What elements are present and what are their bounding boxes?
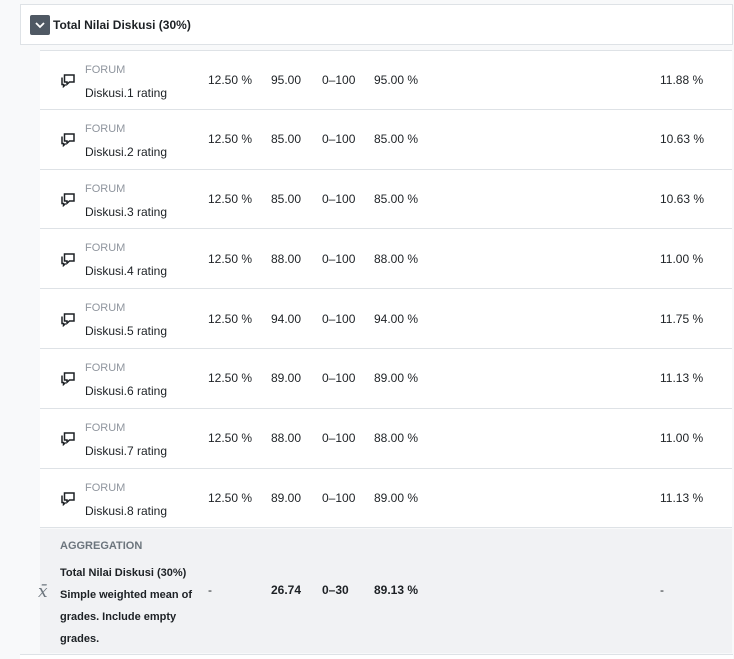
percentage-cell: 85.00 % <box>374 191 419 206</box>
item-name-link[interactable]: Diskusi.6 rating <box>85 384 167 398</box>
range-cell: 0–30 <box>322 583 349 597</box>
percentage-cell: 88.00 % <box>374 431 419 446</box>
forum-icon <box>61 432 75 447</box>
weight-cell: 12.50 % <box>208 490 253 505</box>
percentage-cell: 88.00 % <box>374 251 419 266</box>
item-name-link[interactable]: Diskusi.3 rating <box>85 205 167 219</box>
chevron-down-icon <box>35 21 45 28</box>
aggregation-row: x̄ AGGREGATION Total Nilai Diskusi (30%)… <box>38 529 732 653</box>
item-type-label: FORUM <box>85 64 126 76</box>
page-left-margin <box>0 0 20 659</box>
weight-cell: 12.50 % <box>208 431 253 446</box>
grade-cell: 89.00 <box>271 371 302 386</box>
item-type-label: FORUM <box>85 421 126 434</box>
grade-cell: 85.00 <box>271 132 302 147</box>
forum-icon <box>61 133 75 148</box>
table-row: FORUM Diskusi.2 rating 12.50 % 85.00 0–1… <box>40 109 732 170</box>
item-name-link[interactable]: Diskusi.8 rating <box>85 504 167 518</box>
contribution-cell: 11.00 % <box>660 251 704 266</box>
percentage-cell: 89.00 % <box>374 490 419 505</box>
grade-cell: 88.00 <box>271 431 302 446</box>
range-cell: 0–100 <box>322 490 356 505</box>
range-cell: 0–100 <box>322 132 356 147</box>
grade-cell: 94.00 <box>271 311 302 326</box>
range-cell: 0–100 <box>322 251 356 266</box>
table-row: FORUM Diskusi.7 rating 12.50 % 88.00 0–1… <box>40 408 732 469</box>
percentage-cell: 85.00 % <box>374 132 419 147</box>
collapse-toggle-button[interactable] <box>30 14 50 35</box>
contribution-cell: 11.75 % <box>660 311 704 326</box>
percentage-cell: 95.00 % <box>374 72 419 87</box>
aggregation-type-label: AGGREGATION <box>60 540 143 552</box>
grade-cell: 89.00 <box>271 490 302 505</box>
grade-items-table: FORUM Diskusi.1 rating 12.50 % 95.00 0–1… <box>40 50 732 529</box>
table-row: FORUM Diskusi.1 rating 12.50 % 95.00 0–1… <box>40 50 732 110</box>
grade-cell: 26.74 <box>271 583 302 597</box>
item-name-link[interactable]: Diskusi.7 rating <box>85 444 167 458</box>
item-type-label: FORUM <box>85 302 126 315</box>
table-row: FORUM Diskusi.4 rating 12.50 % 88.00 0–1… <box>40 229 732 290</box>
mean-icon: x̄ <box>38 582 48 602</box>
forum-icon <box>61 492 75 506</box>
contribution-cell: 10.63 % <box>660 132 705 147</box>
item-name-link[interactable]: Diskusi.2 rating <box>85 145 167 159</box>
table-row: FORUM Diskusi.3 rating 12.50 % 85.00 0–1… <box>40 169 732 230</box>
table-row: FORUM Diskusi.6 rating 12.50 % 89.00 0–1… <box>40 348 732 409</box>
weight-cell: 12.50 % <box>208 371 253 386</box>
range-cell: 0–100 <box>322 191 356 206</box>
percentage-cell: 89.00 % <box>374 371 419 386</box>
category-title: Total Nilai Diskusi (30%) <box>53 17 191 32</box>
contribution-cell: - <box>660 583 664 597</box>
item-name-link[interactable]: Diskusi.5 rating <box>85 324 167 338</box>
item-name-link[interactable]: Diskusi.4 rating <box>85 264 167 278</box>
forum-icon <box>61 253 75 267</box>
contribution-cell: 11.13 % <box>660 371 704 386</box>
table-row: FORUM Diskusi.8 rating 12.50 % 89.00 0–1… <box>40 468 732 529</box>
category-header: Total Nilai Diskusi (30%) <box>20 4 733 45</box>
weight-cell: - <box>208 583 212 597</box>
range-cell: 0–100 <box>322 72 356 87</box>
grade-cell: 95.00 <box>271 72 302 87</box>
weight-cell: 12.50 % <box>208 311 253 326</box>
next-section-edge <box>20 654 733 659</box>
item-type-label: FORUM <box>85 242 126 255</box>
weight-cell: 12.50 % <box>208 72 253 87</box>
grade-cell: 88.00 <box>271 251 302 266</box>
table-row: FORUM Diskusi.5 rating 12.50 % 94.00 0–1… <box>40 289 732 349</box>
item-type-label: FORUM <box>85 122 126 135</box>
weight-cell: 12.50 % <box>208 191 253 206</box>
contribution-cell: 10.63 % <box>660 191 705 206</box>
forum-icon <box>61 372 75 387</box>
item-type-label: FORUM <box>85 481 126 494</box>
item-name-link[interactable]: Diskusi.1 rating <box>85 86 167 100</box>
range-cell: 0–100 <box>322 371 356 386</box>
aggregation-name: Total Nilai Diskusi (30%) Simple weighte… <box>60 567 193 645</box>
item-type-label: FORUM <box>85 361 126 374</box>
percentage-cell: 89.13 % <box>374 583 419 597</box>
grade-cell: 85.00 <box>271 191 302 206</box>
item-type-label: FORUM <box>85 182 126 195</box>
forum-icon <box>61 193 75 207</box>
forum-icon <box>61 74 75 88</box>
contribution-cell: 11.00 % <box>660 431 704 446</box>
weight-cell: 12.50 % <box>208 251 253 266</box>
forum-icon <box>61 312 75 327</box>
contribution-cell: 11.88 % <box>660 72 704 87</box>
contribution-cell: 11.13 % <box>660 490 704 505</box>
percentage-cell: 94.00 % <box>374 311 419 326</box>
weight-cell: 12.50 % <box>208 132 253 147</box>
range-cell: 0–100 <box>322 431 356 446</box>
range-cell: 0–100 <box>322 311 356 326</box>
